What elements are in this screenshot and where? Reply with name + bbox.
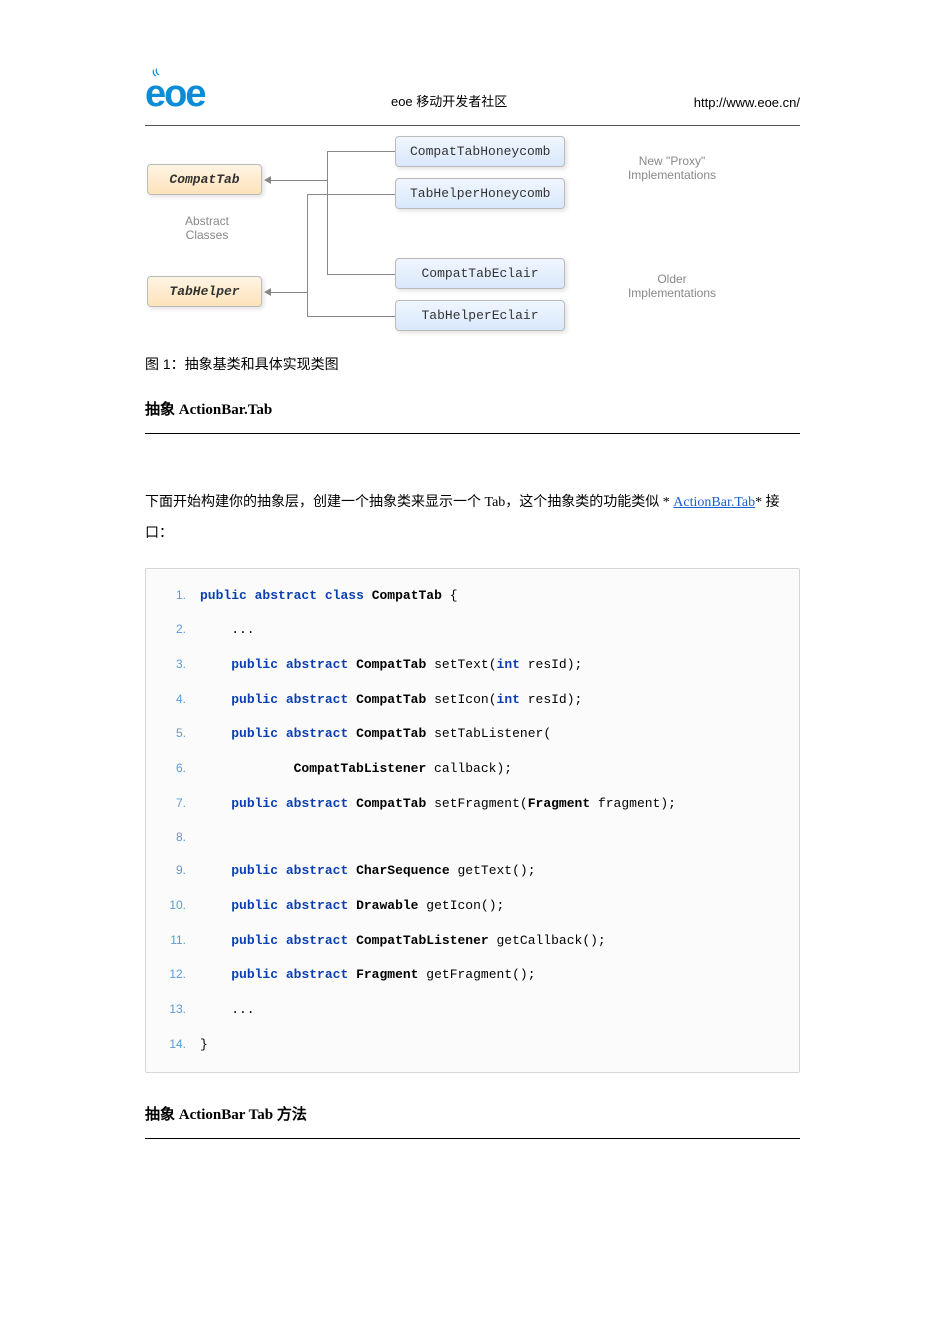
section1-title: 抽象 ActionBar.Tab bbox=[145, 398, 800, 419]
connector bbox=[307, 194, 308, 316]
new-proxy-label: New "Proxy"Implementations bbox=[607, 154, 737, 182]
code-text: ... bbox=[200, 618, 255, 643]
section-divider bbox=[145, 433, 800, 434]
line-number: 8. bbox=[160, 826, 186, 849]
line-number: 5. bbox=[160, 722, 186, 745]
line-number: 11. bbox=[160, 929, 186, 952]
code-text: CompatTabListener callback); bbox=[200, 757, 512, 782]
code-text: public abstract class CompatTab { bbox=[200, 584, 458, 609]
code-line: 9. public abstract CharSequence getText(… bbox=[146, 854, 799, 889]
connector bbox=[327, 274, 395, 275]
older-label: OlderImplementations bbox=[607, 272, 737, 300]
code-line: 8. bbox=[146, 821, 799, 854]
abstract-classes-label: AbstractClasses bbox=[162, 214, 252, 242]
line-number: 9. bbox=[160, 859, 186, 882]
section-divider bbox=[145, 1138, 800, 1139]
box-tab-helper-honeycomb: TabHelperHoneycomb bbox=[395, 178, 565, 209]
code-line: 13. ... bbox=[146, 993, 799, 1028]
code-text: public abstract CompatTabListener getCal… bbox=[200, 929, 606, 954]
document-page: ⁽⁽ eoe eoe 移动开发者社区 http://www.eoe.cn/ Co… bbox=[0, 0, 945, 1139]
code-text: ... bbox=[200, 998, 255, 1023]
line-number: 2. bbox=[160, 618, 186, 641]
code-text: } bbox=[200, 1033, 208, 1058]
code-text: public abstract CompatTab setFragment(Fr… bbox=[200, 792, 676, 817]
line-number: 4. bbox=[160, 688, 186, 711]
connector bbox=[271, 292, 307, 293]
page-header: ⁽⁽ eoe eoe 移动开发者社区 http://www.eoe.cn/ bbox=[145, 75, 800, 113]
intro-paragraph: 下面开始构建你的抽象层，创建一个抽象类来显示一个 Tab，这个抽象类的功能类似 … bbox=[145, 488, 800, 550]
box-compat-tab-eclair: CompatTabEclair bbox=[395, 258, 565, 289]
line-number: 13. bbox=[160, 998, 186, 1021]
code-line: 2. ... bbox=[146, 613, 799, 648]
code-line: 12. public abstract Fragment getFragment… bbox=[146, 958, 799, 993]
logo: ⁽⁽ eoe bbox=[145, 75, 204, 113]
code-line: 3. public abstract CompatTab setText(int… bbox=[146, 648, 799, 683]
arrow-icon bbox=[264, 288, 271, 296]
header-url: http://www.eoe.cn/ bbox=[694, 95, 800, 113]
code-text: public abstract Drawable getIcon(); bbox=[200, 894, 504, 919]
connector bbox=[307, 316, 395, 317]
code-line: 14.} bbox=[146, 1028, 799, 1063]
arrow-icon bbox=[264, 176, 271, 184]
code-line: 10. public abstract Drawable getIcon(); bbox=[146, 889, 799, 924]
figure-caption: 图 1：抽象基类和具体实现类图 bbox=[145, 354, 800, 374]
connector bbox=[271, 180, 327, 181]
header-center-text: eoe 移动开发者社区 bbox=[391, 91, 507, 113]
section2-title: 抽象 ActionBar Tab 方法 bbox=[145, 1103, 800, 1124]
code-text: public abstract Fragment getFragment(); bbox=[200, 963, 536, 988]
line-number: 3. bbox=[160, 653, 186, 676]
code-line: 11. public abstract CompatTabListener ge… bbox=[146, 924, 799, 959]
line-number: 7. bbox=[160, 792, 186, 815]
connector bbox=[327, 151, 328, 275]
line-number: 10. bbox=[160, 894, 186, 917]
code-text: public abstract CompatTab setIcon(int re… bbox=[200, 688, 582, 713]
line-number: 6. bbox=[160, 757, 186, 780]
code-line: 6. CompatTabListener callback); bbox=[146, 752, 799, 787]
box-compat-tab: CompatTab bbox=[147, 164, 262, 195]
code-line: 7. public abstract CompatTab setFragment… bbox=[146, 787, 799, 822]
connector bbox=[327, 151, 395, 152]
class-diagram: CompatTab TabHelper AbstractClasses Comp… bbox=[147, 136, 777, 346]
box-tab-helper-eclair: TabHelperEclair bbox=[395, 300, 565, 331]
code-text: public abstract CompatTab setTabListener… bbox=[200, 722, 551, 747]
line-number: 1. bbox=[160, 584, 186, 607]
box-tab-helper: TabHelper bbox=[147, 276, 262, 307]
code-block: 1. public abstract class CompatTab { 2. ..… bbox=[145, 568, 800, 1074]
box-compat-tab-honeycomb: CompatTabHoneycomb bbox=[395, 136, 565, 167]
line-number: 12. bbox=[160, 963, 186, 986]
code-line: 1. public abstract class CompatTab { bbox=[146, 579, 799, 614]
code-line: 5. public abstract CompatTab setTabListe… bbox=[146, 717, 799, 752]
code-line: 4. public abstract CompatTab setIcon(int… bbox=[146, 683, 799, 718]
line-number: 14. bbox=[160, 1033, 186, 1056]
connector bbox=[307, 194, 395, 195]
code-text: public abstract CompatTab setText(int re… bbox=[200, 653, 582, 678]
code-text: public abstract CharSequence getText(); bbox=[200, 859, 536, 884]
actionbar-tab-link[interactable]: ActionBar.Tab bbox=[673, 495, 755, 510]
header-underline bbox=[145, 125, 800, 126]
